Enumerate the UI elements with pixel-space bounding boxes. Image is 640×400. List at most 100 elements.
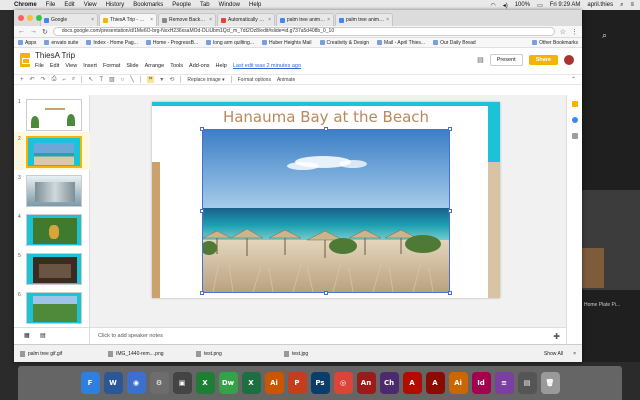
reset-image-icon[interactable]: ⟲ [169, 76, 174, 83]
tab-close-icon[interactable]: × [209, 17, 212, 23]
tab-remove-background[interactable]: Remove Background from Ima× [158, 13, 216, 26]
keep-icon[interactable] [571, 101, 578, 107]
line-icon[interactable]: ╲ [130, 76, 134, 83]
resize-handle[interactable] [324, 291, 328, 295]
x-app-icon[interactable]: X [195, 372, 215, 394]
zoom-icon[interactable]: ⌕ [72, 76, 75, 83]
excel-icon[interactable]: X [241, 372, 261, 394]
slides-logo-icon[interactable] [20, 53, 30, 67]
chrome-icon[interactable]: ◎ [333, 372, 353, 394]
explore-icon[interactable]: ✚ [553, 332, 560, 341]
photo-booth-icon[interactable]: ▣ [172, 372, 192, 394]
menu-file[interactable]: File [46, 2, 56, 8]
resize-handle[interactable] [200, 291, 204, 295]
doc-menu-tools[interactable]: Tools [170, 63, 183, 69]
bookmark-item[interactable]: envato suite [44, 40, 78, 46]
mask-icon[interactable]: ▾ [160, 76, 163, 83]
doc-menu-format[interactable]: Format [103, 63, 120, 69]
tab-close-icon[interactable]: × [327, 17, 330, 23]
safari-icon[interactable]: ◉ [126, 372, 146, 394]
animate-icon[interactable]: An [356, 372, 376, 394]
bookmark-item[interactable]: Index - Home Pag... [86, 40, 138, 46]
menu-people[interactable]: People [172, 2, 191, 8]
menu-view[interactable]: View [84, 2, 97, 8]
tab-palm-tree-2[interactable]: palm tree animated gif - Googl× [335, 13, 393, 26]
menu-list-icon[interactable]: ≡ [630, 2, 634, 8]
system-preferences-icon[interactable]: ⚙ [149, 372, 169, 394]
volume-icon[interactable]: ◂) [503, 2, 508, 9]
replace-image-button[interactable]: Replace image ▾ [187, 77, 224, 83]
filmstrip-view-icon[interactable]: ▤ [40, 332, 46, 339]
doc-menu-slide[interactable]: Slide [126, 63, 138, 69]
tasks-icon[interactable] [571, 117, 578, 123]
doc-menu-help[interactable]: Help [216, 63, 227, 69]
slide-thumbnail-2[interactable]: 2 [18, 136, 82, 168]
tab-close-icon[interactable]: × [91, 17, 94, 23]
tab-google-slides[interactable]: ThiesA Trip - Google Slides× [99, 13, 157, 26]
spotlight-icon[interactable]: ⌕ [620, 2, 623, 9]
new-slide-icon[interactable]: + [20, 77, 24, 83]
close-window-icon[interactable] [18, 15, 24, 21]
menu-tab[interactable]: Tab [200, 2, 210, 8]
tab-close-icon[interactable]: × [268, 17, 271, 23]
beach-photo[interactable] [200, 127, 452, 295]
finder-icon[interactable]: F [80, 372, 100, 394]
doc-menu-edit[interactable]: Edit [50, 63, 59, 69]
menu-app-name[interactable]: Chrome [14, 2, 37, 8]
menu-edit[interactable]: Edit [64, 2, 74, 8]
slide-thumbnail-4[interactable]: 4 [18, 214, 82, 246]
clock[interactable]: Fri 9:29 AM [550, 2, 581, 8]
bookmark-other[interactable]: Other Bookmarks [532, 40, 578, 46]
bookmark-item[interactable]: Our Daily Bread [433, 40, 476, 46]
paint-format-icon[interactable]: ⌐ [62, 77, 66, 83]
indesign-icon[interactable]: Id [471, 372, 491, 394]
doc-menu-file[interactable]: File [35, 63, 44, 69]
resize-handle[interactable] [200, 209, 204, 213]
forward-icon[interactable]: → [30, 28, 37, 35]
current-slide[interactable]: Hanauma Bay at the Beach [152, 102, 500, 298]
slide-thumbnail-6[interactable]: 6 [18, 292, 82, 324]
search-icon[interactable]: ⌕ [602, 30, 607, 41]
photoshop-icon[interactable]: Ps [310, 372, 330, 394]
collapse-toolbar-icon[interactable]: ⌃ [571, 76, 576, 83]
character-animator-icon[interactable]: Ch [379, 372, 399, 394]
trash-icon[interactable]: 🗑 [540, 372, 560, 394]
doc-menu-addons[interactable]: Add-ons [189, 63, 210, 69]
image-icon[interactable]: ▨ [109, 76, 115, 83]
animate-button[interactable]: Animate [277, 77, 295, 83]
last-edit-link[interactable]: Last edit was 2 minutes ago [233, 63, 301, 69]
resize-handle[interactable] [324, 127, 328, 131]
show-all-downloads-link[interactable]: Show All [544, 351, 563, 357]
powerpoint-icon[interactable]: P [287, 372, 307, 394]
resize-handle[interactable] [200, 127, 204, 131]
user-name[interactable]: april.thies [587, 2, 613, 8]
tab-palm-tree-1[interactable]: palm tree animated gif - Googl× [276, 13, 334, 26]
slide-thumbnail-3[interactable]: 3 [18, 175, 82, 207]
slide-canvas-area[interactable]: Hanauma Bay at the Beach [90, 95, 566, 327]
illustrator-2-icon[interactable]: Ai [448, 372, 468, 394]
bookmark-item[interactable]: Mail - April Thies... [377, 40, 425, 46]
bookmark-apps[interactable]: Apps [18, 40, 36, 46]
text-box-icon[interactable]: T [99, 77, 103, 83]
url-input[interactable]: docs.google.com/presentation/d/1Me6O-brg… [52, 27, 555, 36]
word-icon[interactable]: W [103, 372, 123, 394]
doc-title[interactable]: ThiesA Trip [35, 51, 301, 60]
minimize-window-icon[interactable] [27, 15, 33, 21]
redo-icon[interactable]: ↷ [41, 76, 46, 83]
tab-close-icon[interactable]: × [386, 17, 389, 23]
undo-icon[interactable]: ↶ [30, 76, 35, 83]
calendar-icon[interactable] [571, 133, 578, 139]
share-button[interactable]: Share [528, 55, 558, 65]
tab-automatically-remove[interactable]: Automatically Remove Backgr× [217, 13, 275, 26]
avatar[interactable] [564, 55, 574, 65]
select-icon[interactable]: ↖ [88, 76, 93, 83]
menu-window[interactable]: Window [219, 2, 240, 8]
tab-google[interactable]: Google × [40, 13, 98, 26]
downloads-stack-icon[interactable]: ▤ [517, 372, 537, 394]
download-item[interactable]: palm tree gif.gif [20, 350, 98, 357]
download-item[interactable]: IMG_1440-rem....png [108, 350, 186, 357]
menu-help[interactable]: Help [249, 2, 261, 8]
star-icon[interactable]: ☆ [560, 28, 566, 36]
crop-icon[interactable]: ⌗ [146, 76, 155, 83]
acrobat-icon[interactable]: A [402, 372, 422, 394]
